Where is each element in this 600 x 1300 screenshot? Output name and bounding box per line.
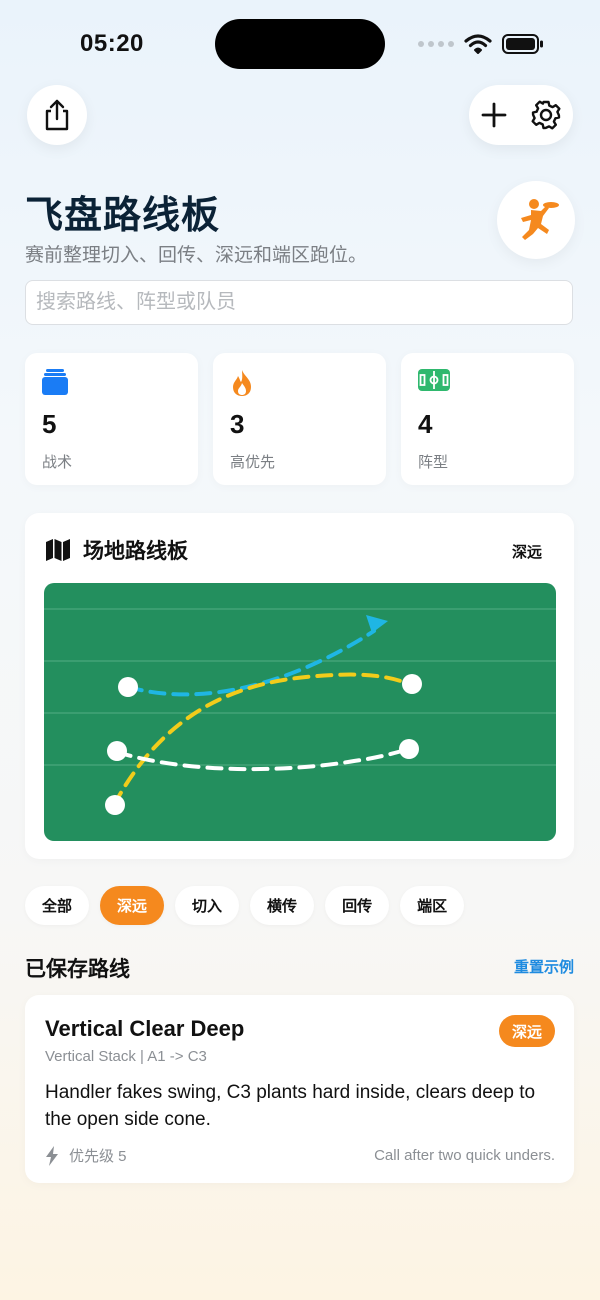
player-marker xyxy=(402,674,422,694)
battery-icon xyxy=(502,34,543,54)
stat-card-tactics[interactable]: 5 战术 xyxy=(25,353,198,485)
page-subtitle: 赛前整理切入、回传、深远和端区跑位。 xyxy=(25,245,368,266)
stat-card-priority[interactable]: 3 高优先 xyxy=(213,353,386,485)
filter-chip-dump[interactable]: 回传 xyxy=(325,886,390,925)
flame-icon xyxy=(233,370,251,396)
field-icon xyxy=(418,369,450,391)
gear-icon[interactable] xyxy=(530,99,562,131)
stack-icon xyxy=(42,369,68,395)
route-board-card: 场地路线板 深远 xyxy=(25,513,574,859)
wifi-icon xyxy=(464,34,492,54)
play-field[interactable] xyxy=(44,583,556,841)
filter-chip-deep[interactable]: 深远 xyxy=(100,886,165,925)
filter-chip-cut[interactable]: 切入 xyxy=(175,886,240,925)
filter-chips: 全部 深远 切入 横传 回传 端区 xyxy=(25,886,465,925)
player-marker xyxy=(107,741,127,761)
plus-icon[interactable] xyxy=(480,101,508,129)
avatar[interactable] xyxy=(497,181,575,259)
player-marker xyxy=(118,677,138,697)
search-input[interactable] xyxy=(25,280,573,325)
stat-label: 阵型 xyxy=(418,454,449,471)
route-priority-label: 优先级 5 xyxy=(69,1148,127,1165)
ultimate-player-icon xyxy=(521,199,559,240)
saved-routes-title: 已保存路线 xyxy=(25,958,130,981)
route-note: Call after two quick unders. xyxy=(374,1147,555,1164)
dynamic-island xyxy=(215,19,385,69)
board-header: 场地路线板 xyxy=(45,535,188,565)
field-drawing xyxy=(44,583,556,841)
reset-examples-link[interactable]: 重置示例 xyxy=(514,956,574,977)
signal-icon xyxy=(418,41,454,47)
route-badge: 深远 xyxy=(498,1015,555,1047)
status-time: 05:20 xyxy=(80,30,144,57)
route-title: Vertical Clear Deep xyxy=(45,1016,245,1041)
status-icons xyxy=(418,33,544,55)
stat-value: 3 xyxy=(230,409,245,439)
stat-card-formations[interactable]: 4 阵型 xyxy=(401,353,574,485)
stat-label: 战术 xyxy=(42,454,73,471)
stat-value: 5 xyxy=(42,409,57,439)
map-icon xyxy=(46,539,70,561)
page-title: 飞盘路线板 xyxy=(25,195,221,237)
player-marker xyxy=(105,795,125,815)
stat-value: 4 xyxy=(418,409,433,439)
route-subtitle: Vertical Stack | A1 -> C3 xyxy=(45,1048,207,1065)
status-bar: 05:20 xyxy=(0,0,600,90)
route-card[interactable]: Vertical Clear Deep Vertical Stack | A1 … xyxy=(25,995,574,1183)
board-filter-tag[interactable]: 深远 xyxy=(512,541,542,562)
route-priority: 优先级 5 xyxy=(45,1145,127,1166)
share-button[interactable] xyxy=(27,85,87,145)
bolt-icon xyxy=(46,1145,58,1166)
share-icon xyxy=(45,99,69,131)
filter-chip-swing[interactable]: 横传 xyxy=(250,886,315,925)
route-description: Handler fakes swing, C3 plants hard insi… xyxy=(45,1082,536,1130)
filter-chip-endzone[interactable]: 端区 xyxy=(400,886,465,925)
filter-chip-all[interactable]: 全部 xyxy=(25,886,90,925)
player-marker xyxy=(399,739,419,759)
stat-label: 高优先 xyxy=(230,454,276,471)
board-title: 场地路线板 xyxy=(83,540,188,563)
header-actions xyxy=(469,85,573,145)
